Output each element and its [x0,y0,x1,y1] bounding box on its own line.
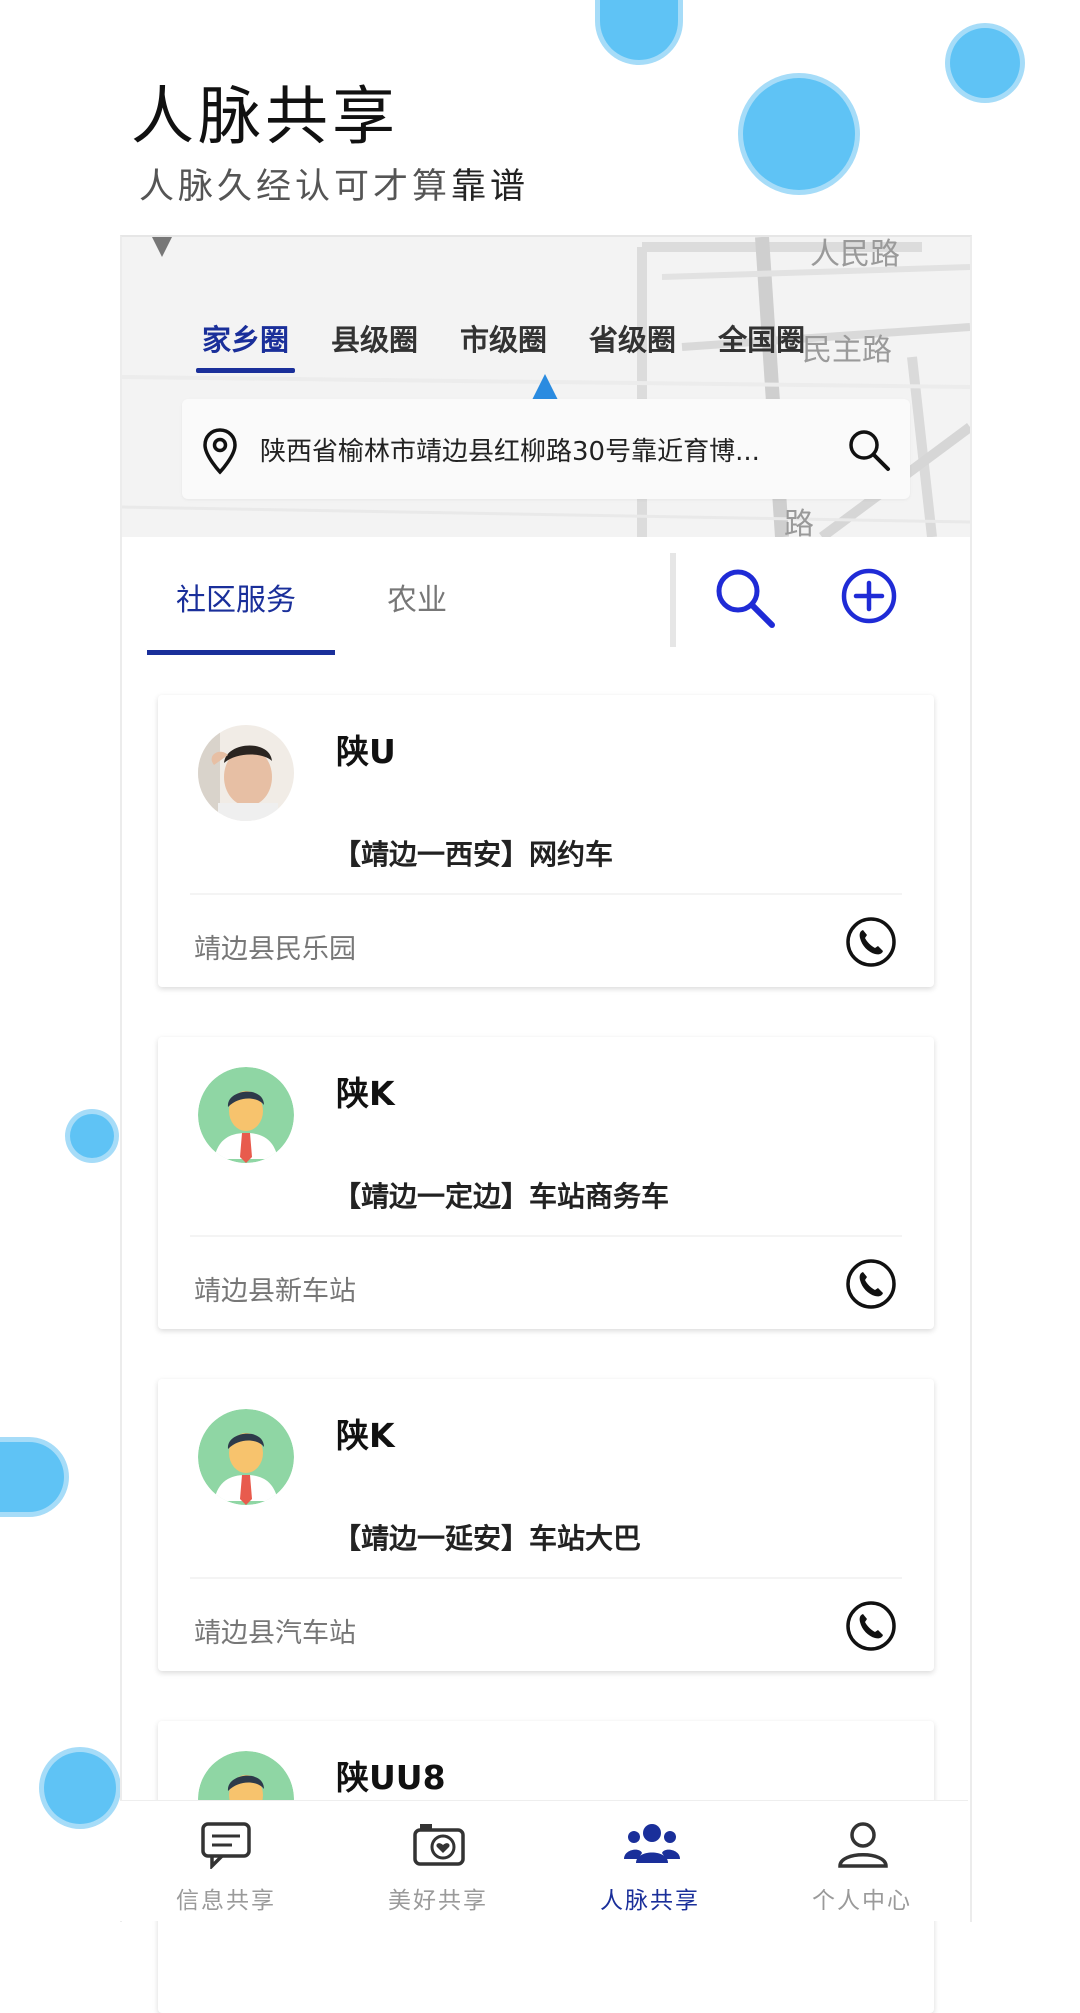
contact-card[interactable]: 陕K 【靖边一定边】车站商务车 靖边县新车站 [158,1037,934,1329]
tab-province-circle[interactable]: 省级圈 [589,317,676,373]
avatar [198,725,294,821]
avatar [198,1409,294,1505]
nav-label: 美好共享 [388,1888,488,1914]
content-frame: 人民路 民主路 路 家乡圈 县级圈 市级圈 省级圈 全国圈 陕西省榆林市靖边县红… [120,235,972,2013]
service-route: 【靖边一西安】网约车 [333,838,614,871]
contact-card[interactable]: 陕U 【靖边一西安】网约车 靖边县民乐园 [158,695,934,987]
map-street-label: 路 [784,507,814,537]
person-icon [836,1821,890,1873]
decorative-bubble [600,0,678,60]
card-divider [190,893,902,895]
nav-personal-center[interactable]: 个人中心 [756,1801,968,1921]
nav-network-share[interactable]: 人脉共享 [544,1801,756,1921]
contact-name: 陕U [336,732,396,771]
map-background[interactable]: 人民路 民主路 路 家乡圈 县级圈 市级圈 省级圈 全国圈 陕西省榆林市靖边县红… [122,237,970,537]
nav-label: 人脉共享 [600,1888,700,1914]
contact-name: 陕K [336,1074,395,1113]
category-bar: 社区服务 农业 [122,537,970,657]
divider [670,553,676,647]
card-divider [190,1235,902,1237]
map-location-marker [532,374,558,400]
camera-heart-icon [412,1821,466,1871]
nav-info-share[interactable]: 信息共享 [120,1801,332,1921]
contact-name: 陕K [336,1416,395,1455]
page-subtitle: 人脉久经认可才算靠谱 [139,158,529,209]
decorative-bubble [44,1752,116,1824]
service-route: 【靖边一定边】车站商务车 [333,1180,670,1213]
service-route: 【靖边一延安】车站大巴 [333,1522,642,1555]
decorative-bubble [950,28,1020,98]
tab-hometown-circle[interactable]: 家乡圈 [195,317,296,373]
map-street-label: 人民路 [810,237,900,272]
tab-national-circle[interactable]: 全国圈 [718,317,805,373]
tab-community-service[interactable]: 社区服务 [176,575,296,619]
nav-label: 信息共享 [176,1888,276,1914]
location-pin-icon [200,427,240,479]
region-tabs: 家乡圈 县级圈 市级圈 省级圈 全国圈 [195,317,847,373]
tab-county-circle[interactable]: 县级圈 [331,317,418,373]
contact-location: 靖边县民乐园 [194,934,356,965]
tab-city-circle[interactable]: 市级圈 [460,317,547,373]
decorative-bubble [70,1114,114,1158]
nav-beauty-share[interactable]: 美好共享 [332,1801,544,1921]
add-circle-icon[interactable] [840,567,898,629]
chat-icon [200,1821,252,1873]
search-icon[interactable] [712,565,778,635]
address-text[interactable]: 陕西省榆林市靖边县红柳路30号靠近育博... [260,431,820,468]
search-icon[interactable] [846,427,892,477]
contact-name: 陕UU8 [336,1758,446,1797]
nav-label: 个人中心 [812,1888,912,1914]
subtitle-emphasis: 靠谱 [451,167,530,207]
phone-icon[interactable] [844,1599,898,1657]
decorative-bubble [0,1442,64,1512]
people-group-icon [624,1821,680,1869]
active-tab-indicator [147,650,335,655]
subtitle-text: 人脉久经认可才算 [139,167,452,207]
tab-agriculture[interactable]: 农业 [387,575,447,619]
contact-card[interactable]: 陕K 【靖边一延安】车站大巴 靖边县汽车站 [158,1379,934,1671]
decorative-bubble [743,78,855,190]
phone-icon[interactable] [844,915,898,973]
page-title: 人脉共享 [131,80,399,153]
bottom-nav: 信息共享 美好共享 人脉共享 个人中心 [120,1800,968,1921]
address-search-bar[interactable]: 陕西省榆林市靖边县红柳路30号靠近育博... [182,399,910,499]
contact-location: 靖边县新车站 [194,1276,356,1307]
avatar [198,1067,294,1163]
contact-location: 靖边县汽车站 [194,1618,356,1649]
card-divider [190,1577,902,1579]
phone-icon[interactable] [844,1257,898,1315]
